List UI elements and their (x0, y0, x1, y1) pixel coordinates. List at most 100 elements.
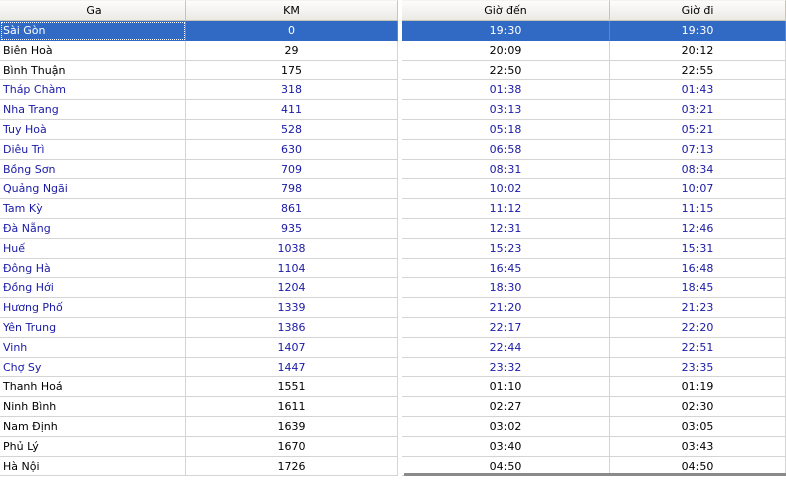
departure-time-cell[interactable]: 18:45 (610, 278, 786, 299)
station-name-cell[interactable]: Ninh Bình (0, 397, 186, 417)
table-row[interactable]: Hà Nội 1726 (0, 456, 398, 477)
departure-time-cell[interactable]: 10:07 (610, 179, 786, 200)
km-cell[interactable]: 1670 (186, 436, 398, 457)
km-cell[interactable]: 798 (186, 179, 398, 200)
table-row[interactable]: 21:20 21:23 (402, 298, 786, 318)
km-cell[interactable]: 1038 (186, 238, 398, 259)
km-cell[interactable]: 1104 (186, 258, 398, 279)
station-name-cell[interactable]: Hà Nội (0, 456, 186, 477)
table-row[interactable]: 22:17 22:20 (402, 317, 786, 338)
departure-time-cell[interactable]: 11:15 (610, 199, 786, 219)
km-cell[interactable]: 1447 (186, 357, 398, 378)
km-cell[interactable]: 1339 (186, 298, 398, 318)
table-row[interactable]: Bình Thuận 175 (0, 60, 398, 81)
table-row[interactable]: 10:02 10:07 (402, 179, 786, 200)
station-name-cell[interactable]: Phủ Lý (0, 436, 186, 457)
table-row[interactable]: 16:45 16:48 (402, 258, 786, 279)
km-cell[interactable]: 709 (186, 159, 398, 180)
table-row[interactable]: 23:32 23:35 (402, 357, 786, 378)
km-cell[interactable]: 1639 (186, 416, 398, 437)
km-cell[interactable]: 318 (186, 80, 398, 101)
table-row[interactable]: Tam Kỳ 861 (0, 199, 398, 219)
departure-time-cell[interactable]: 03:21 (610, 100, 786, 120)
station-name-cell[interactable]: Đồng Hới (0, 278, 186, 299)
table-row[interactable]: Biên Hoà 29 (0, 40, 398, 61)
km-cell[interactable]: 411 (186, 100, 398, 120)
table-row[interactable]: 15:23 15:31 (402, 238, 786, 259)
station-name-cell[interactable]: Diêu Trì (0, 139, 186, 160)
table-row[interactable]: 08:31 08:34 (402, 159, 786, 180)
arrival-time-cell[interactable]: 06:58 (402, 139, 610, 160)
arrival-time-cell[interactable]: 22:50 (402, 60, 610, 81)
table-row[interactable]: Sài Gòn 0 (0, 21, 398, 41)
table-row[interactable]: Nha Trang 411 (0, 100, 398, 120)
arrival-time-cell[interactable]: 05:18 (402, 119, 610, 140)
arrival-time-cell[interactable]: 10:02 (402, 179, 610, 200)
table-row[interactable]: 11:12 11:15 (402, 199, 786, 219)
arrival-time-cell[interactable]: 11:12 (402, 199, 610, 219)
table-row[interactable]: Tuy Hoà 528 (0, 119, 398, 140)
arrival-time-cell[interactable]: 19:30 (402, 21, 610, 41)
departure-time-cell[interactable]: 19:30 (610, 21, 786, 41)
station-name-cell[interactable]: Biên Hoà (0, 40, 186, 61)
arrival-time-cell[interactable]: 22:44 (402, 337, 610, 358)
departure-time-cell[interactable]: 23:35 (610, 357, 786, 378)
station-name-cell[interactable]: Quảng Ngãi (0, 179, 186, 200)
table-row[interactable]: Vinh 1407 (0, 337, 398, 358)
departure-time-cell[interactable]: 01:43 (610, 80, 786, 101)
station-name-cell[interactable]: Hương Phố (0, 298, 186, 318)
table-row[interactable]: Quảng Ngãi 798 (0, 179, 398, 200)
table-row[interactable]: 22:44 22:51 (402, 337, 786, 358)
table-row[interactable]: 19:30 19:30 (402, 21, 786, 41)
departure-time-cell[interactable]: 12:46 (610, 218, 786, 239)
station-name-cell[interactable]: Thanh Hoá (0, 377, 186, 398)
km-cell[interactable]: 935 (186, 218, 398, 239)
station-name-cell[interactable]: Bình Thuận (0, 60, 186, 81)
km-cell[interactable]: 1407 (186, 337, 398, 358)
station-name-cell[interactable]: Vinh (0, 337, 186, 358)
table-row[interactable]: Nam Định 1639 (0, 416, 398, 437)
departure-time-cell[interactable]: 20:12 (610, 40, 786, 61)
km-cell[interactable]: 1386 (186, 317, 398, 338)
departure-time-cell[interactable]: 05:21 (610, 119, 786, 140)
column-header-ga[interactable]: Ga (0, 0, 186, 20)
arrival-time-cell[interactable]: 21:20 (402, 298, 610, 318)
table-row[interactable]: 02:27 02:30 (402, 397, 786, 417)
table-row[interactable]: 12:31 12:46 (402, 218, 786, 239)
km-cell[interactable]: 528 (186, 119, 398, 140)
departure-time-cell[interactable]: 21:23 (610, 298, 786, 318)
table-row[interactable]: 01:38 01:43 (402, 80, 786, 101)
table-row[interactable]: Hương Phố 1339 (0, 298, 398, 318)
table-row[interactable]: Đà Nẵng 935 (0, 218, 398, 239)
arrival-time-cell[interactable]: 16:45 (402, 258, 610, 279)
station-name-cell[interactable]: Huế (0, 238, 186, 259)
km-cell[interactable]: 175 (186, 60, 398, 81)
station-name-cell[interactable]: Đông Hà (0, 258, 186, 279)
table-row[interactable]: Huế 1038 (0, 238, 398, 259)
table-row[interactable]: Diêu Trì 630 (0, 139, 398, 160)
km-cell[interactable]: 1726 (186, 456, 398, 477)
km-cell[interactable]: 1611 (186, 397, 398, 417)
km-cell[interactable]: 0 (186, 21, 398, 41)
km-cell[interactable]: 861 (186, 199, 398, 219)
table-row[interactable]: 03:13 03:21 (402, 100, 786, 120)
km-cell[interactable]: 630 (186, 139, 398, 160)
departure-time-cell[interactable]: 22:51 (610, 337, 786, 358)
station-name-cell[interactable]: Nam Định (0, 416, 186, 437)
arrival-time-cell[interactable]: 01:38 (402, 80, 610, 101)
table-row[interactable]: Phủ Lý 1670 (0, 436, 398, 457)
table-row[interactable]: 01:10 01:19 (402, 377, 786, 398)
km-cell[interactable]: 29 (186, 40, 398, 61)
table-row[interactable]: 06:58 07:13 (402, 139, 786, 160)
station-name-cell[interactable]: Tháp Chàm (0, 80, 186, 101)
table-row[interactable]: 22:50 22:55 (402, 60, 786, 81)
arrival-time-cell[interactable]: 03:02 (402, 416, 610, 437)
table-row[interactable]: Yên Trung 1386 (0, 317, 398, 338)
departure-time-cell[interactable]: 08:34 (610, 159, 786, 180)
departure-time-cell[interactable]: 22:20 (610, 317, 786, 338)
departure-time-cell[interactable]: 01:19 (610, 377, 786, 398)
column-header-gio-den[interactable]: Giờ đến (402, 0, 610, 20)
km-cell[interactable]: 1551 (186, 377, 398, 398)
table-row[interactable]: Đồng Hới 1204 (0, 278, 398, 299)
table-row[interactable]: Tháp Chàm 318 (0, 80, 398, 101)
